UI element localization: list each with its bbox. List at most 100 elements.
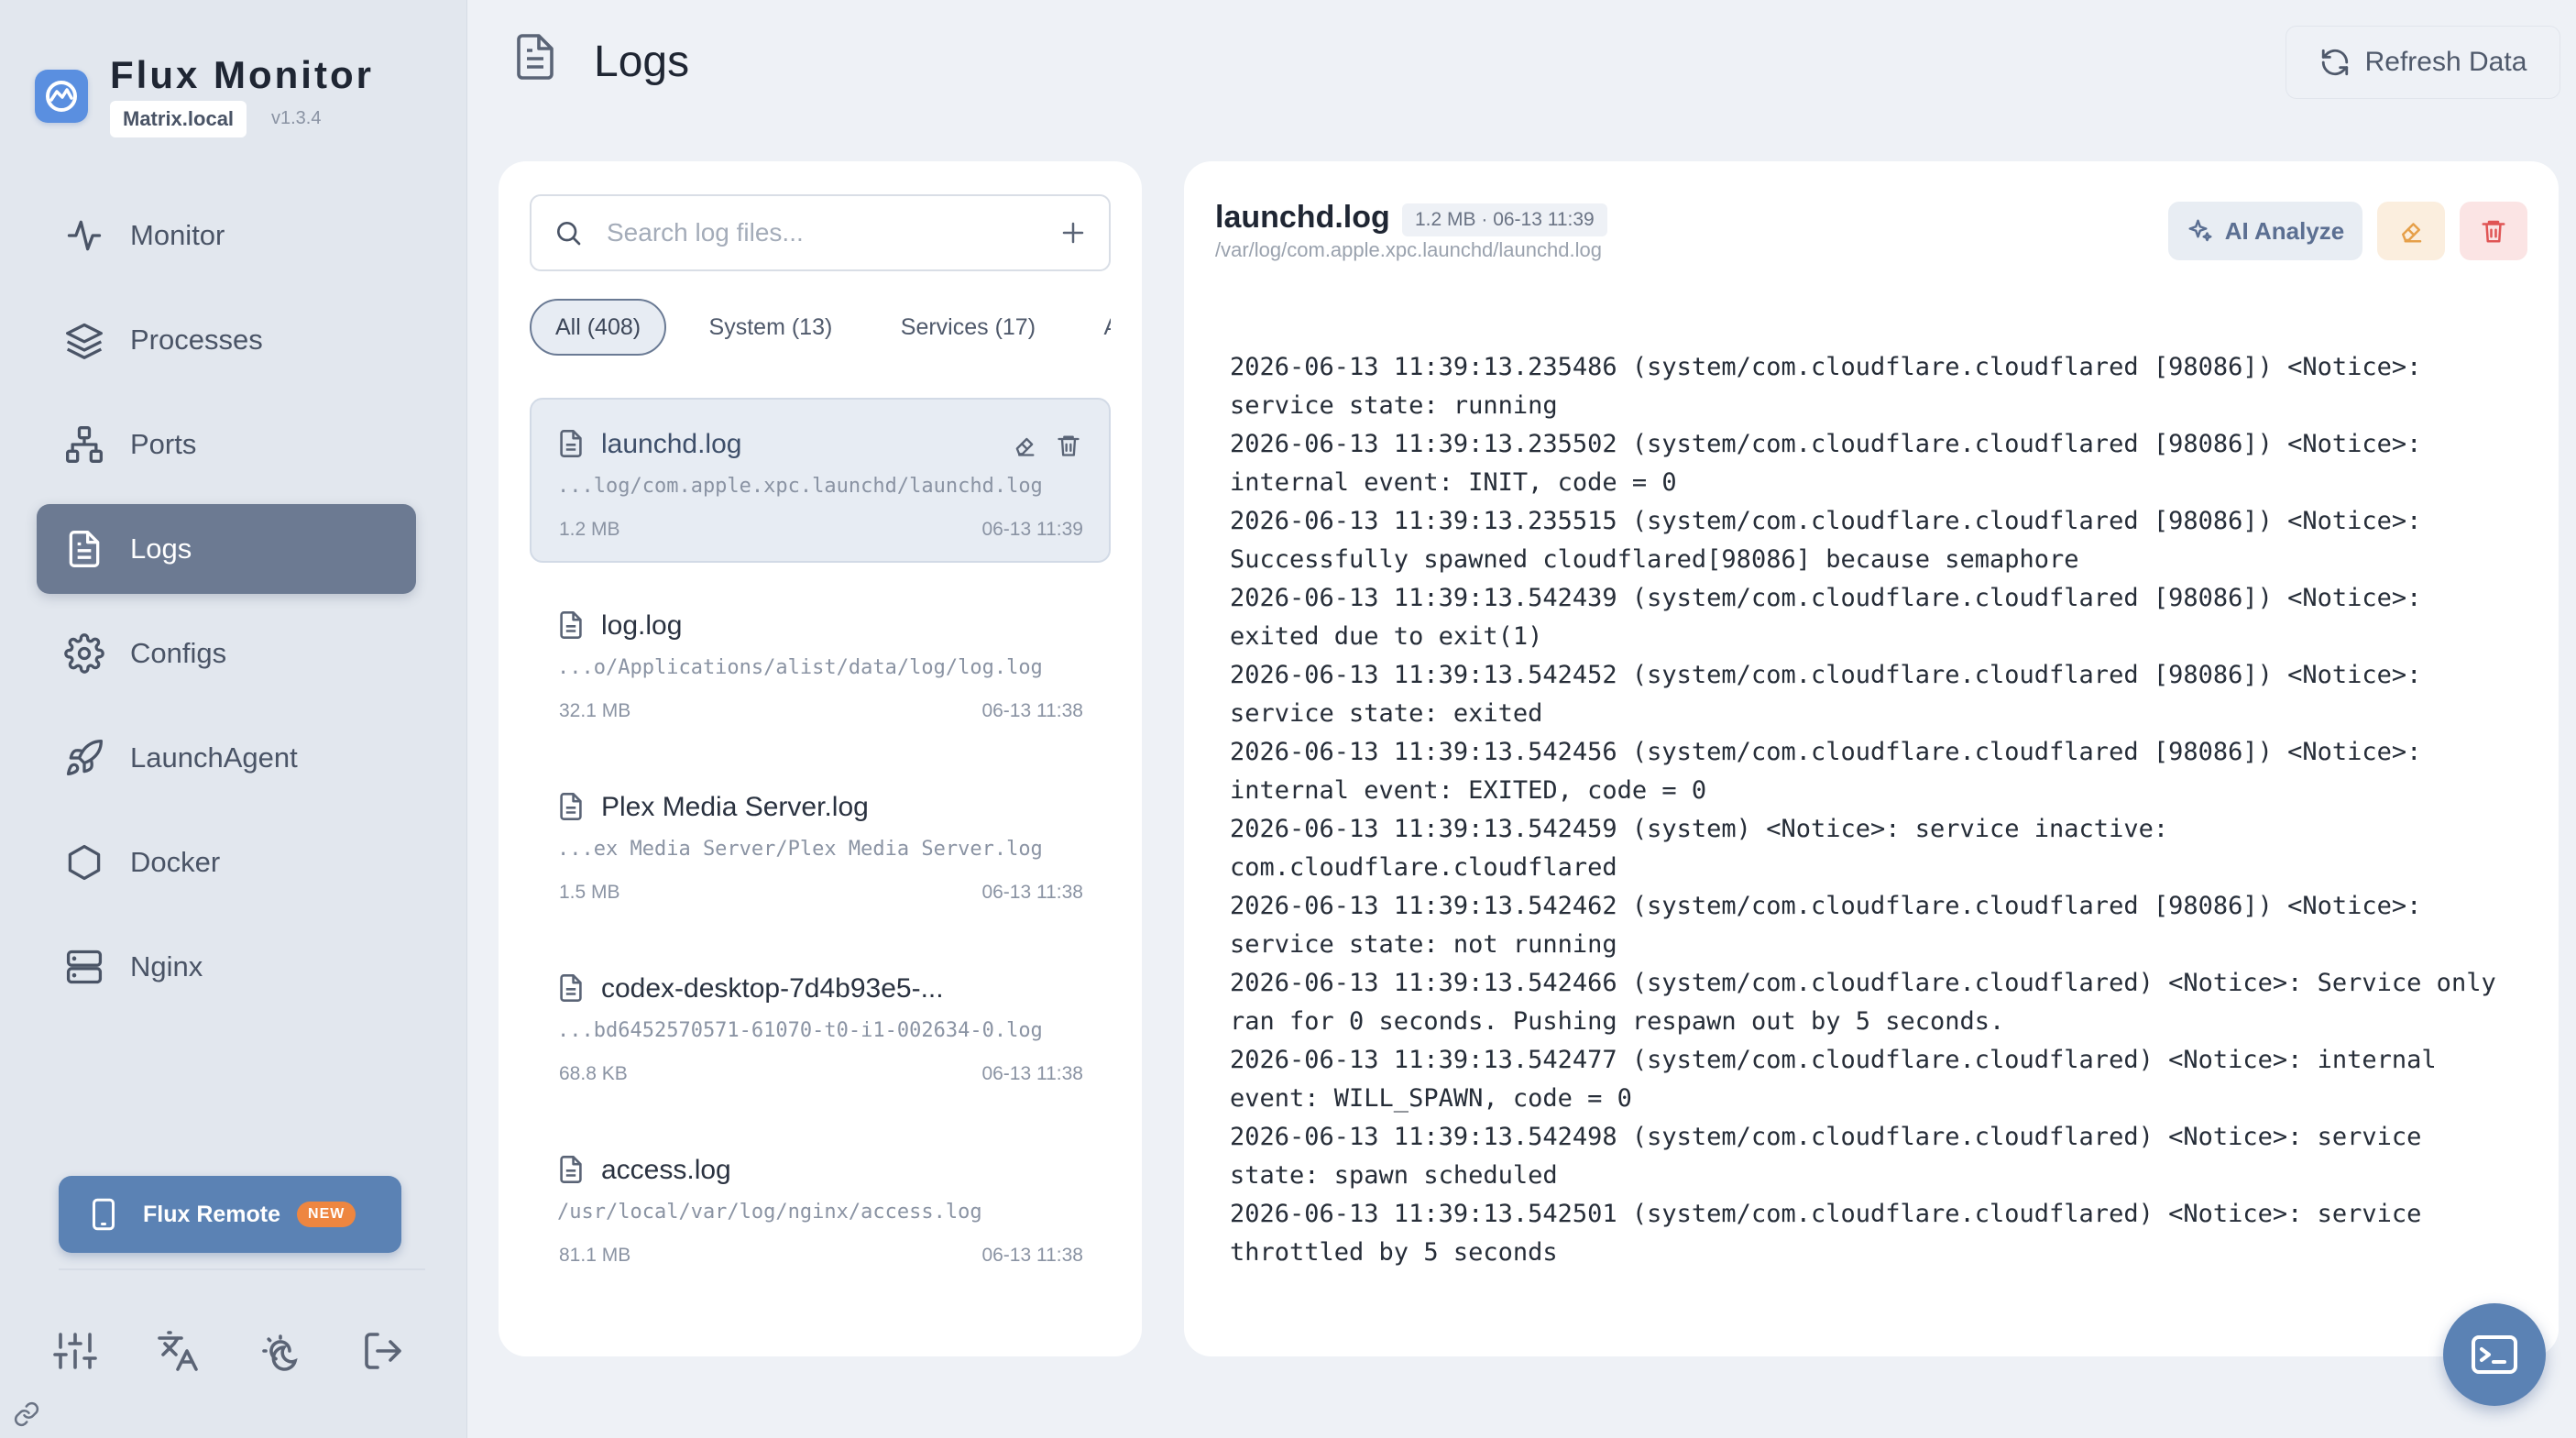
log-line: 2026-06-13 11:39:13.235502 (system/com.c… [1230, 430, 2422, 458]
nav-label: Configs [130, 637, 227, 669]
terminal-icon [2472, 1335, 2517, 1374]
viewer-meta: 1.2 MB · 06-13 11:39 [1402, 203, 1607, 236]
log-line: exited due to exit(1) [1230, 622, 1543, 651]
file-icon [560, 611, 582, 639]
refresh-icon [2321, 49, 2348, 76]
file-icon [560, 793, 582, 820]
file-path: ...log/com.apple.xpc.launchd/launchd.log [557, 475, 1043, 498]
filter-chip-apps[interactable]: Ap [1078, 299, 1111, 356]
sliders-icon[interactable] [53, 1329, 97, 1373]
file-icon [560, 1156, 582, 1183]
log-line: 2026-06-13 11:39:13.542456 (system/com.c… [1230, 738, 2422, 766]
nav-item-logs[interactable]: Logs [37, 504, 416, 594]
page-title: Logs [594, 38, 690, 86]
filter-chips: All (408) System (13) Services (17) Ap [530, 299, 1111, 357]
page-file-icon [515, 33, 555, 81]
file-size: 68.8 KB [559, 1063, 628, 1084]
ai-analyze-label: AI Analyze [2224, 216, 2345, 245]
file-name: log.log [601, 610, 683, 641]
log-line: event: WILL_SPAWN, code = 0 [1230, 1084, 1632, 1113]
file-list-item[interactable]: log.log ...o/Applications/alist/data/log… [530, 579, 1111, 744]
nav-item-ports[interactable]: Ports [37, 400, 416, 489]
translate-icon[interactable] [156, 1329, 200, 1373]
viewer-path: /var/log/com.apple.xpc.launchd/launchd.l… [1215, 238, 1602, 261]
server-icon [66, 950, 103, 984]
nav-item-nginx[interactable]: Nginx [37, 922, 416, 1012]
log-line: 2026-06-13 11:39:13.235486 (system/com.c… [1230, 353, 2422, 381]
clear-log-button[interactable] [2377, 202, 2445, 260]
log-viewer-panel: launchd.log 1.2 MB · 06-13 11:39 /var/lo… [1184, 161, 2559, 1356]
filter-chip-services[interactable]: Services (17) [875, 299, 1061, 356]
logout-icon[interactable] [361, 1329, 405, 1373]
file-path: /usr/local/var/log/nginx/access.log [557, 1201, 982, 1224]
file-path: ...o/Applications/alist/data/log/log.log [557, 656, 1043, 679]
file-icon [560, 430, 582, 457]
ai-analyze-button[interactable]: AI Analyze [2168, 202, 2362, 260]
log-line: 2026-06-13 11:39:13.542452 (system/com.c… [1230, 661, 2422, 689]
log-line: internal event: EXITED, code = 0 [1230, 776, 1707, 805]
file-path: ...bd6452570571-61070-t0-i1-002634-0.log [557, 1019, 1043, 1042]
refresh-label: Refresh Data [2364, 47, 2527, 77]
theme-icon[interactable] [258, 1329, 302, 1373]
file-icon [560, 974, 582, 1002]
app-name: Flux Monitor [110, 53, 374, 96]
log-line: 2026-06-13 11:39:13.542439 (system/com.c… [1230, 584, 2422, 612]
log-line: service state: not running [1230, 930, 1617, 959]
delete-log-button[interactable] [2460, 202, 2527, 260]
nav-item-launchagent[interactable]: LaunchAgent [37, 713, 416, 803]
refresh-data-button[interactable]: Refresh Data [2286, 26, 2560, 99]
viewer-filename: launchd.log [1215, 200, 1390, 235]
log-file-list-panel: All (408) System (13) Services (17) Ap l… [499, 161, 1142, 1356]
log-line: state: spawn scheduled [1230, 1161, 1558, 1190]
nav-label: Monitor [130, 219, 225, 251]
file-name: launchd.log [601, 429, 742, 459]
file-size: 1.5 MB [559, 882, 620, 903]
flux-remote-label: Flux Remote [143, 1201, 281, 1227]
nav-item-monitor[interactable]: Monitor [37, 191, 416, 280]
host-badge: Matrix.local [110, 101, 247, 137]
terminal-button[interactable] [2443, 1303, 2546, 1406]
phone-icon [93, 1198, 115, 1231]
log-line: ran for 0 seconds. Pushing respawn out b… [1230, 1007, 2005, 1036]
log-line: Successfully spawned cloudflared[98086] … [1230, 545, 2079, 574]
filter-chip-system[interactable]: System (13) [684, 299, 859, 356]
flux-remote-button[interactable]: Flux Remote NEW [59, 1176, 401, 1253]
new-badge: NEW [297, 1202, 356, 1227]
rocket-icon [66, 740, 103, 776]
log-line: service state: exited [1230, 699, 1543, 728]
log-content[interactable]: 2026-06-13 11:39:13.235486 (system/com.c… [1230, 348, 2540, 1338]
file-date: 06-13 11:38 [981, 1245, 1083, 1266]
file-text-icon [69, 531, 100, 567]
log-line: 2026-06-13 11:39:13.542462 (system/com.c… [1230, 892, 2422, 920]
eraser-icon [2402, 223, 2422, 243]
trash-icon[interactable] [1056, 433, 1081, 458]
file-list-item[interactable]: access.log /usr/local/var/log/nginx/acce… [530, 1124, 1111, 1289]
main-nav: Monitor Processes Ports Logs Configs Lau… [37, 191, 416, 1026]
sparkles-icon [2188, 219, 2212, 242]
search-icon [557, 222, 581, 246]
log-line: 2026-06-13 11:39:13.235515 (system/com.c… [1230, 507, 2422, 535]
nav-label: Logs [130, 532, 192, 565]
file-date: 06-13 11:38 [981, 1063, 1083, 1084]
log-line: 2026-06-13 11:39:13.542477 (system/com.c… [1230, 1046, 2437, 1074]
app-version: v1.3.4 [271, 108, 322, 128]
search-input[interactable] [607, 218, 1059, 247]
link-icon[interactable] [13, 1400, 40, 1428]
file-list-item[interactable]: launchd.log ...log/com.apple.xpc.launchd… [530, 398, 1111, 563]
file-size: 32.1 MB [559, 700, 631, 721]
activity-icon [67, 220, 102, 251]
trash-icon [2482, 220, 2505, 243]
log-line: service state: running [1230, 391, 1558, 420]
network-icon [66, 426, 103, 463]
nav-label: Docker [130, 846, 221, 878]
nav-item-processes[interactable]: Processes [37, 295, 416, 385]
file-list-item[interactable]: codex-desktop-7d4b93e5-... ...bd64525705… [530, 942, 1111, 1107]
eraser-icon[interactable] [1012, 433, 1037, 458]
nav-item-docker[interactable]: Docker [37, 818, 416, 907]
file-list-item[interactable]: Plex Media Server.log ...ex Media Server… [530, 761, 1111, 926]
file-name: Plex Media Server.log [601, 792, 869, 822]
plus-icon[interactable] [1059, 219, 1087, 247]
nav-item-configs[interactable]: Configs [37, 609, 416, 698]
filter-chip-all[interactable]: All (408) [530, 299, 667, 356]
sidebar-tools [53, 1329, 464, 1373]
